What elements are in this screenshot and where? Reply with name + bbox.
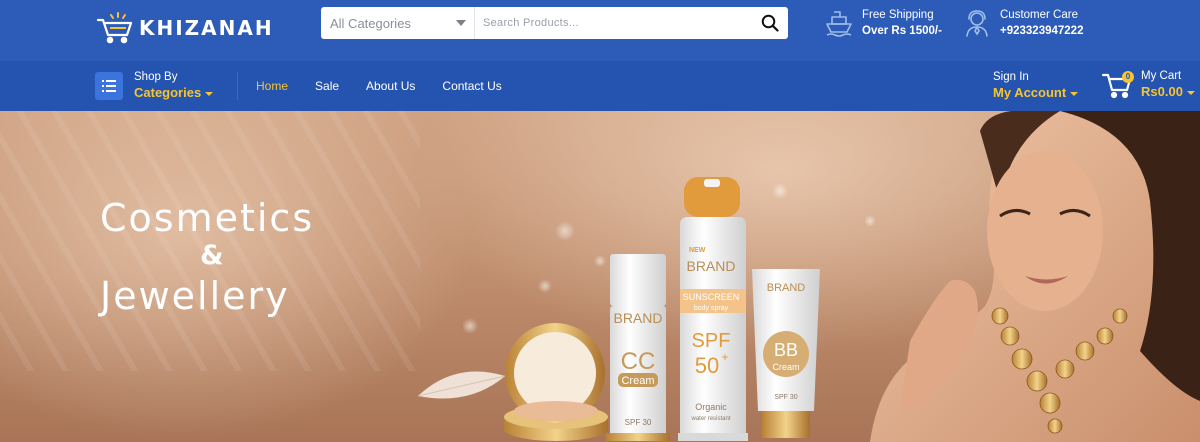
svg-text:Cream: Cream — [772, 362, 799, 372]
search-bar: All Categories — [321, 7, 788, 39]
svg-text:+: + — [721, 350, 728, 364]
cart-logo-icon — [96, 12, 133, 44]
chevron-down-icon — [1186, 90, 1195, 95]
svg-text:NEW: NEW — [689, 247, 706, 254]
chevron-down-icon — [1070, 91, 1079, 96]
svg-text:water resistant: water resistant — [690, 416, 730, 422]
hero-line-cosmetics: Cosmetics — [100, 196, 315, 240]
compact-powder — [504, 323, 608, 441]
brand-name: KHIZANAH — [139, 16, 274, 40]
nav-links: Home Sale About Us Contact Us — [256, 61, 529, 111]
account-menu[interactable]: Sign In My Account — [993, 71, 1079, 101]
svg-text:BRAND: BRAND — [686, 258, 735, 274]
main-nav: Shop By Categories Home Sale About Us Co… — [0, 61, 1200, 111]
nav-link-home[interactable]: Home — [256, 79, 288, 93]
search-icon — [761, 14, 779, 32]
svg-text:Organic: Organic — [695, 402, 727, 412]
ship-icon — [824, 7, 854, 39]
svg-text:BRAND: BRAND — [613, 310, 662, 326]
category-select[interactable]: All Categories — [321, 7, 475, 39]
svg-text:SPF 30: SPF 30 — [625, 418, 652, 427]
nav-divider — [237, 72, 238, 100]
shipping-detail: Over Rs 1500/- — [862, 24, 942, 37]
cart-count-badge: 0 — [1122, 71, 1134, 83]
shop-by-categories-button[interactable]: Shop By Categories — [95, 71, 214, 101]
shop-by-label: Shop By — [134, 71, 178, 83]
free-shipping-info: Free Shipping Over Rs 1500/- — [824, 7, 942, 39]
menu-list-icon — [95, 72, 123, 100]
svg-text:SUNSCREEN: SUNSCREEN — [683, 292, 740, 302]
cart-label: My Cart — [1141, 70, 1182, 82]
svg-text:CC: CC — [621, 348, 656, 375]
customer-care-info: Customer Care +923323947222 — [962, 7, 1083, 39]
support-agent-icon — [962, 7, 992, 39]
svg-text:BB: BB — [774, 340, 798, 360]
hero-banner[interactable]: BRAND CC Cream SPF 30 NEW BRAND SUNSCREE… — [0, 111, 1200, 442]
sign-in-label: Sign In — [993, 71, 1029, 83]
sunscreen-spray-bottle: NEW BRAND SUNSCREEN body spray SPF 50 + … — [678, 177, 748, 441]
svg-text:SPF: SPF — [692, 330, 731, 352]
categories-label: Categories — [134, 85, 202, 100]
care-phone[interactable]: +923323947222 — [1000, 23, 1083, 39]
bb-cream-tube: BRAND BB Cream SPF 30 — [752, 269, 820, 438]
cc-cream-bottle: BRAND CC Cream SPF 30 — [606, 254, 670, 441]
cart-total: Rs0.00 — [1141, 84, 1183, 99]
hero-headline: Cosmetics & Jewellery — [100, 195, 340, 321]
category-select-label: All Categories — [330, 15, 411, 31]
svg-text:50: 50 — [695, 353, 719, 378]
nav-link-contact-us[interactable]: Contact Us — [442, 79, 501, 93]
top-header: KHIZANAH All Categories Search Products.… — [0, 0, 1200, 61]
nav-link-sale[interactable]: Sale — [315, 79, 339, 93]
chevron-down-icon — [205, 91, 214, 96]
brand-logo[interactable]: KHIZANAH — [96, 10, 274, 46]
hero-ampersand: & — [200, 240, 224, 271]
my-account-label: My Account — [993, 85, 1067, 100]
feather-decoration — [417, 371, 506, 399]
model-figure — [870, 111, 1200, 442]
search-button[interactable] — [752, 7, 788, 39]
search-input[interactable] — [475, 7, 752, 39]
svg-text:body spray: body spray — [694, 305, 729, 312]
hero-line-jewellery: Jewellery — [100, 274, 290, 318]
svg-text:SPF 30: SPF 30 — [774, 394, 797, 401]
shopping-cart-icon: 0 — [1101, 70, 1134, 100]
cart-button[interactable]: 0 My Cart Rs0.00 — [1101, 70, 1195, 100]
care-title: Customer Care — [1000, 8, 1078, 21]
chevron-down-icon — [456, 20, 466, 26]
svg-text:BRAND: BRAND — [767, 282, 806, 294]
svg-text:Cream: Cream — [621, 375, 654, 387]
shipping-title: Free Shipping — [862, 8, 934, 21]
nav-link-about-us[interactable]: About Us — [366, 79, 415, 93]
